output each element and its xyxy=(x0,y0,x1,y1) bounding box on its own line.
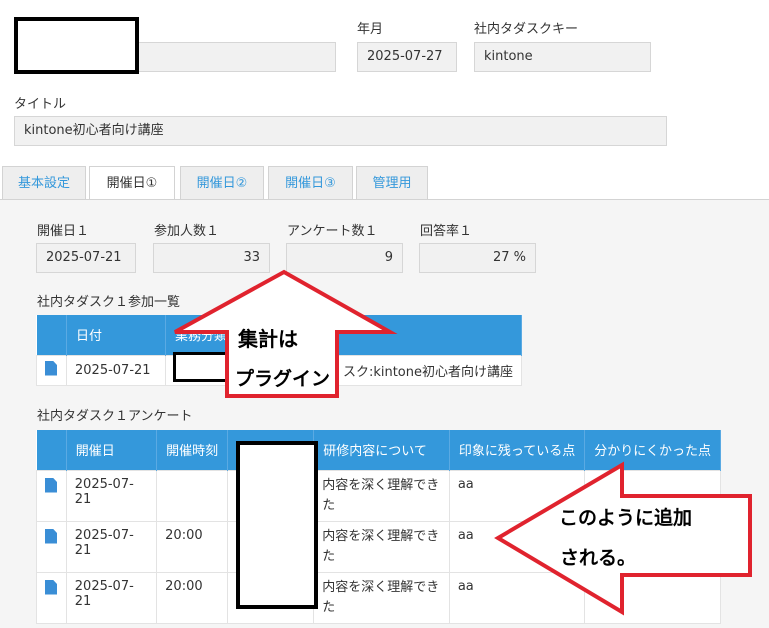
row-time: 20:00 xyxy=(156,571,229,624)
row-date: 2025-07-21 xyxy=(65,469,158,522)
row-date: 2025-07-21 xyxy=(66,354,166,386)
tab-day1[interactable]: 開催日① xyxy=(89,166,175,200)
response-rate1-field[interactable]: 27 % xyxy=(419,243,536,273)
row-content: 内容を深く理解できた xyxy=(313,571,450,624)
redaction-box xyxy=(173,352,228,382)
row-link[interactable] xyxy=(36,469,67,522)
document-icon[interactable] xyxy=(45,360,57,376)
col-date: 日付 xyxy=(66,315,166,355)
participants-section-title: 社内タダスク１参加一覧 xyxy=(37,295,181,310)
col-content: 研修内容について xyxy=(313,430,450,470)
document-icon[interactable] xyxy=(45,579,57,595)
added-callout-line2: される。 xyxy=(560,547,637,569)
row-task-text: スク:kintone初心者向け講座 xyxy=(342,364,513,380)
document-icon[interactable] xyxy=(45,528,57,544)
participants1-label: 参加人数１ xyxy=(154,224,220,239)
title-field[interactable]: kintone初心者向け講座 xyxy=(14,116,667,146)
redaction-box xyxy=(14,17,139,74)
row-date: 2025-07-21 xyxy=(65,571,158,624)
redaction-box xyxy=(236,441,318,609)
col-icon xyxy=(36,430,67,470)
participants1-field[interactable]: 33 xyxy=(153,243,270,273)
row-content: 内容を深く理解できた xyxy=(313,520,450,573)
row-time xyxy=(156,469,229,522)
task-key-label: 社内タダスクキー xyxy=(474,22,579,37)
survey-section-title: 社内タダスク１アンケート xyxy=(37,409,193,424)
row-date: 2025-07-21 xyxy=(65,520,158,573)
row-impression: aa xyxy=(448,571,586,624)
row-unclear xyxy=(584,571,721,624)
tab-admin[interactable]: 管理用 xyxy=(356,166,428,199)
table-row[interactable]: 2025-07-21 20:00 内容を深く理解できた aa xyxy=(36,571,721,624)
document-icon[interactable] xyxy=(45,477,57,493)
col-business: 業務分類 xyxy=(165,315,522,355)
col-unclear: 分かりにくかった点 xyxy=(584,430,721,470)
col-icon xyxy=(36,315,67,355)
title-label: タイトル xyxy=(14,97,67,112)
added-callout-line1: このように追加 xyxy=(559,507,693,529)
col-time: 開催時刻 xyxy=(156,430,229,470)
row-link[interactable] xyxy=(36,354,67,386)
tab-day3[interactable]: 開催日③ xyxy=(268,166,353,199)
col-impression: 印象に残っている点 xyxy=(449,430,586,470)
tab-bar: 基本設定 開催日① 開催日② 開催日③ 管理用 xyxy=(0,166,769,200)
year-month-field[interactable]: 2025-07-27 xyxy=(357,42,457,72)
year-month-label: 年月 xyxy=(357,22,384,37)
col-date: 開催日 xyxy=(66,430,158,470)
response-rate1-label: 回答率１ xyxy=(420,224,473,239)
row-link[interactable] xyxy=(36,571,67,624)
plugin-callout-line2: プラグイン xyxy=(235,368,331,390)
tab-basic-settings[interactable]: 基本設定 xyxy=(2,166,86,199)
row-content: 内容を深く理解できた xyxy=(313,469,450,522)
date1-field[interactable]: 2025-07-21 xyxy=(36,243,136,273)
survey-count1-label: アンケート数１ xyxy=(287,224,378,239)
task-key-field[interactable]: kintone xyxy=(474,42,651,72)
row-link[interactable] xyxy=(36,520,67,573)
date1-label: 開催日１ xyxy=(37,224,90,239)
plugin-callout-line1: 集計は xyxy=(238,327,298,351)
tab-day2[interactable]: 開催日② xyxy=(180,166,264,199)
row-time: 20:00 xyxy=(156,520,229,573)
survey-count1-field[interactable]: 9 xyxy=(286,243,403,273)
